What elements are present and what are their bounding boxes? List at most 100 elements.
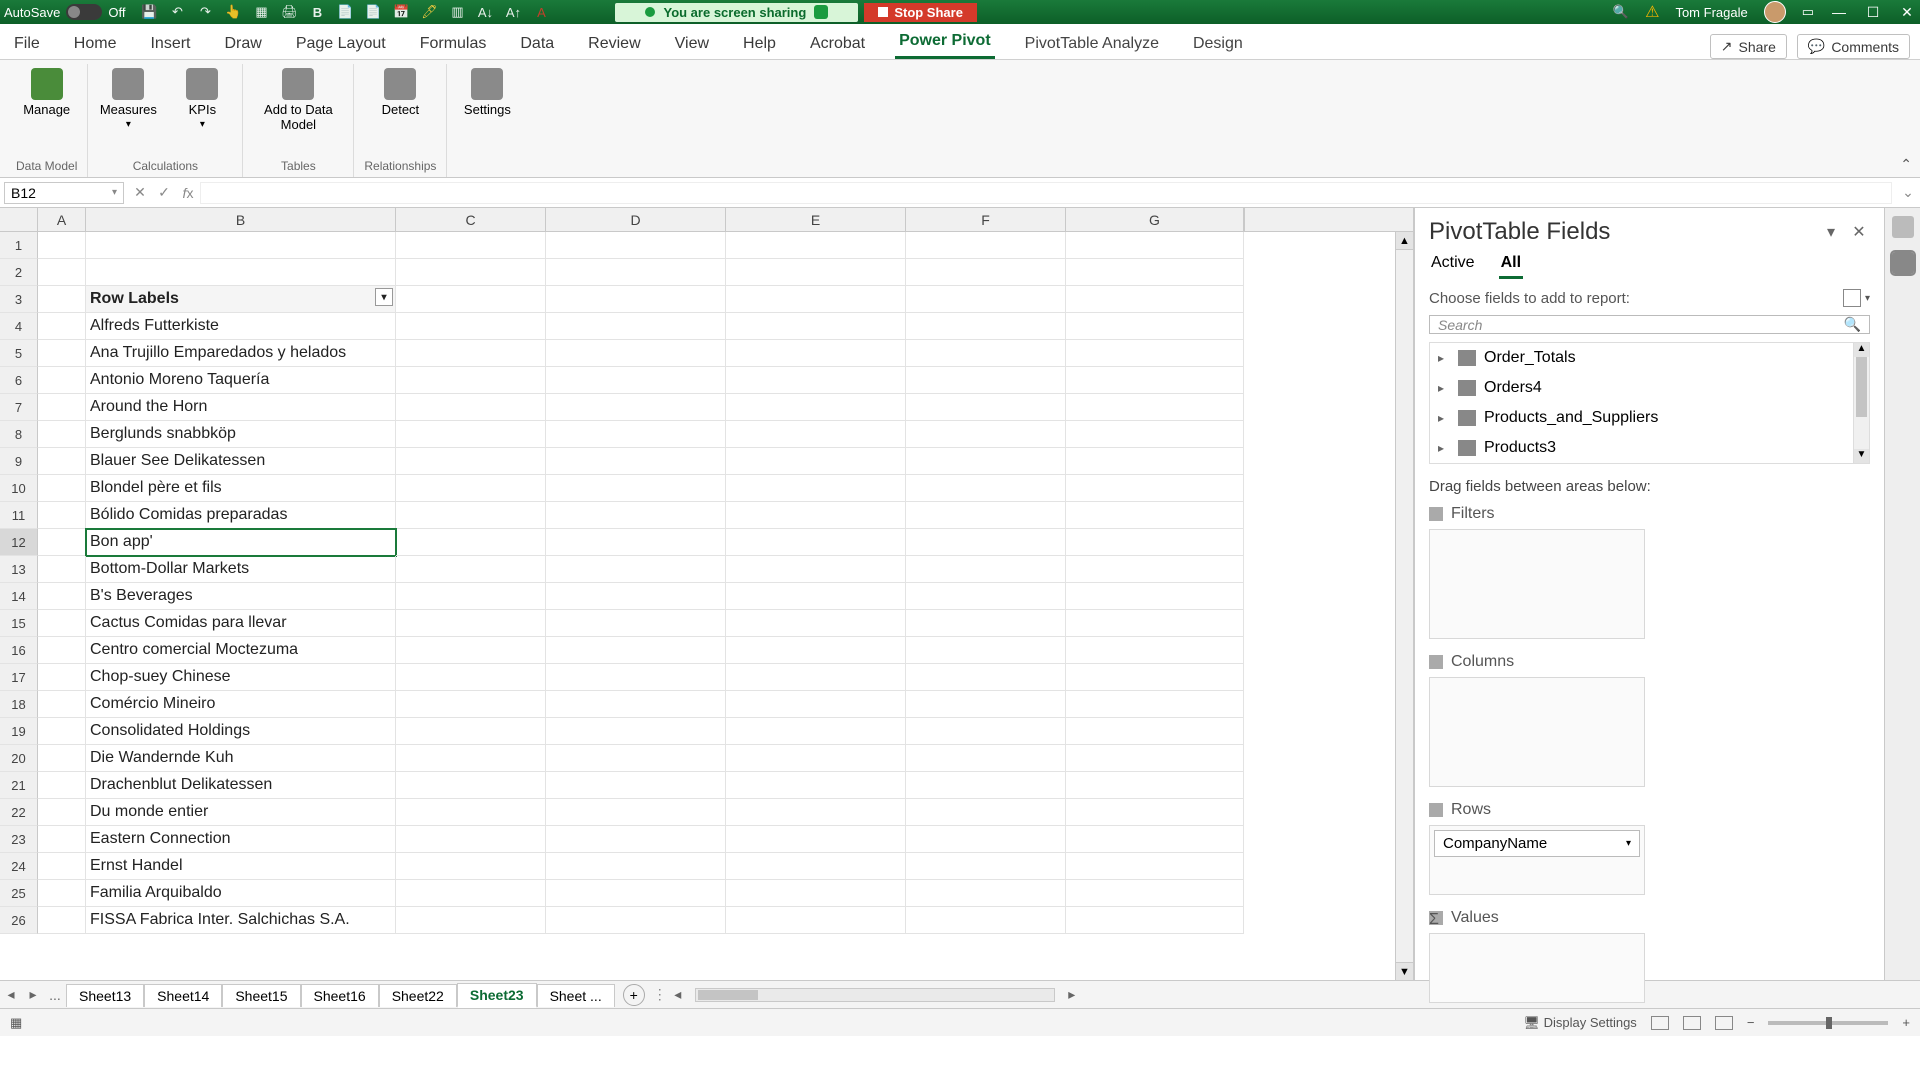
share-button[interactable]: ↗Share xyxy=(1710,34,1787,59)
file2-icon[interactable]: 📄 xyxy=(363,2,383,22)
cell[interactable] xyxy=(726,259,906,286)
cell[interactable] xyxy=(86,232,396,259)
tab-file[interactable]: File xyxy=(10,29,44,59)
cell[interactable] xyxy=(906,286,1066,313)
cell[interactable] xyxy=(726,502,906,529)
cell[interactable] xyxy=(396,556,546,583)
scrollbar-thumb[interactable] xyxy=(698,990,758,1000)
cell[interactable] xyxy=(906,502,1066,529)
normal-view-icon[interactable] xyxy=(1651,1016,1669,1030)
warning-icon[interactable]: ⚠ xyxy=(1645,2,1659,22)
cell[interactable] xyxy=(396,367,546,394)
cell[interactable]: B's Beverages xyxy=(86,583,396,610)
cell[interactable] xyxy=(38,394,86,421)
row-header[interactable]: 3 xyxy=(0,286,38,313)
filter-dropdown-icon[interactable]: ▾ xyxy=(375,288,393,306)
cell[interactable] xyxy=(396,745,546,772)
cell[interactable]: FISSA Fabrica Inter. Salchichas S.A. xyxy=(86,907,396,934)
tab-insert[interactable]: Insert xyxy=(146,29,194,59)
cell[interactable] xyxy=(396,448,546,475)
scroll-down-icon[interactable]: ▼ xyxy=(1854,449,1869,463)
cell[interactable] xyxy=(546,313,726,340)
cell[interactable] xyxy=(396,394,546,421)
cell[interactable]: Die Wandernde Kuh xyxy=(86,745,396,772)
cell[interactable]: Blauer See Delikatessen xyxy=(86,448,396,475)
maximize-button[interactable]: ☐ xyxy=(1864,4,1882,21)
sheet-tab-active[interactable]: Sheet23 xyxy=(457,983,537,1008)
cell[interactable] xyxy=(906,610,1066,637)
sheet-nav-prev[interactable]: ◂ xyxy=(0,986,22,1003)
subtab-all[interactable]: All xyxy=(1499,250,1523,279)
row-header[interactable]: 16 xyxy=(0,637,38,664)
row-header[interactable]: 8 xyxy=(0,421,38,448)
cell[interactable] xyxy=(546,610,726,637)
cell[interactable] xyxy=(38,232,86,259)
cell[interactable] xyxy=(726,421,906,448)
cell[interactable] xyxy=(396,340,546,367)
cell[interactable] xyxy=(726,853,906,880)
cell[interactable] xyxy=(546,340,726,367)
cell[interactable] xyxy=(726,610,906,637)
cell[interactable] xyxy=(396,232,546,259)
cell[interactable] xyxy=(726,367,906,394)
tab-review[interactable]: Review xyxy=(584,29,644,59)
cell[interactable] xyxy=(38,772,86,799)
row-header[interactable]: 26 xyxy=(0,907,38,934)
cell[interactable]: Blondel père et fils xyxy=(86,475,396,502)
cell[interactable] xyxy=(1066,556,1244,583)
cell[interactable] xyxy=(906,529,1066,556)
search-icon[interactable]: 🔍 xyxy=(1613,4,1629,20)
cell[interactable] xyxy=(906,232,1066,259)
sheet-tab[interactable]: Sheet22 xyxy=(379,984,457,1007)
row-header[interactable]: 9 xyxy=(0,448,38,475)
cell[interactable] xyxy=(726,313,906,340)
font-color-icon[interactable]: A xyxy=(531,2,551,22)
cell[interactable] xyxy=(546,529,726,556)
cell[interactable] xyxy=(906,448,1066,475)
formula-input[interactable] xyxy=(200,182,1892,204)
expand-icon[interactable]: ▸ xyxy=(1438,441,1450,455)
tab-formulas[interactable]: Formulas xyxy=(416,29,491,59)
sheet-tab[interactable]: Sheet16 xyxy=(301,984,379,1007)
sheet-nav-next[interactable]: ▸ xyxy=(22,986,44,1003)
cell[interactable] xyxy=(906,394,1066,421)
cell[interactable] xyxy=(1066,367,1244,394)
select-all-triangle[interactable] xyxy=(0,208,38,231)
sheet-tab[interactable]: Sheet13 xyxy=(66,984,144,1007)
cell[interactable] xyxy=(546,637,726,664)
cell[interactable] xyxy=(546,367,726,394)
cell[interactable] xyxy=(726,880,906,907)
cell[interactable] xyxy=(906,826,1066,853)
row-header[interactable]: 24 xyxy=(0,853,38,880)
cell[interactable] xyxy=(1066,421,1244,448)
cell[interactable]: Around the Horn xyxy=(86,394,396,421)
row-header[interactable]: 25 xyxy=(0,880,38,907)
cell[interactable] xyxy=(1066,745,1244,772)
cell[interactable] xyxy=(906,556,1066,583)
touch-icon[interactable]: 👆 xyxy=(223,2,243,22)
enter-formula-icon[interactable]: ✓ xyxy=(152,184,176,201)
tab-power-pivot[interactable]: Power Pivot xyxy=(895,26,995,59)
cell[interactable] xyxy=(906,313,1066,340)
cell[interactable] xyxy=(546,556,726,583)
cell[interactable] xyxy=(38,556,86,583)
cell[interactable] xyxy=(906,799,1066,826)
cell[interactable]: Familia Arquibaldo xyxy=(86,880,396,907)
cell[interactable] xyxy=(396,718,546,745)
field-order-totals[interactable]: ▸Order_Totals xyxy=(1430,343,1869,373)
row-header[interactable]: 14 xyxy=(0,583,38,610)
cell[interactable] xyxy=(906,637,1066,664)
cell[interactable] xyxy=(38,259,86,286)
row-header[interactable]: 12 xyxy=(0,529,38,556)
cell[interactable] xyxy=(546,286,726,313)
cell[interactable]: Row Labels▾ xyxy=(86,286,396,313)
cell[interactable] xyxy=(546,583,726,610)
cell[interactable] xyxy=(396,259,546,286)
page-layout-view-icon[interactable] xyxy=(1683,1016,1701,1030)
cell[interactable] xyxy=(726,664,906,691)
col-header-d[interactable]: D xyxy=(546,208,726,231)
cell[interactable] xyxy=(38,610,86,637)
row-header[interactable]: 11 xyxy=(0,502,38,529)
cell[interactable] xyxy=(546,853,726,880)
row-header[interactable]: 22 xyxy=(0,799,38,826)
